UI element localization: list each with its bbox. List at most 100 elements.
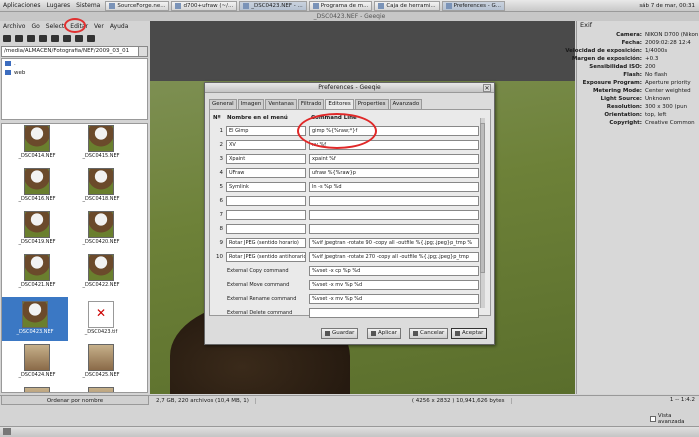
taskbar-item-caja[interactable]: Caja de herrami... (374, 0, 440, 11)
tab-bar: General Imagen Ventanas Filtrado Editore… (209, 99, 423, 109)
home-icon[interactable] (15, 35, 23, 42)
tab-ventanas[interactable]: Ventanas (265, 99, 297, 109)
menu-aplicaciones[interactable]: Aplicaciones (0, 2, 43, 9)
menu-lugares[interactable]: Lugares (43, 2, 73, 9)
check-icon (371, 331, 376, 336)
thumbnails-icon[interactable] (3, 35, 11, 42)
exif-row: Velocidad de exposición: 1/4000s (565, 48, 668, 54)
thumbnail[interactable]: _DSC0419.NEF (6, 211, 68, 254)
thumbnail[interactable]: _DSC0424.NEF (6, 344, 68, 387)
external-command-input[interactable]: %vset -x mv %p %d (309, 294, 479, 304)
preferences-dialog: Preferences - Geeqie ✕ General Imagen Ve… (204, 82, 495, 345)
editor-name-input[interactable] (226, 210, 306, 220)
clock[interactable]: sáb 7 de mar, 00:31 (639, 3, 699, 9)
tab-filtrado[interactable]: Filtrado (297, 99, 325, 109)
exif-title: Exif (580, 21, 593, 29)
menu-ver[interactable]: Ver (91, 23, 107, 30)
editor-name-input[interactable]: El Gimp (226, 126, 306, 136)
thumbnail-image (88, 211, 114, 238)
window-icon (175, 2, 182, 9)
column-header-menu-name: Nombre en el menú (227, 115, 288, 121)
editor-command-input[interactable]: ufraw %{%raw}p (309, 168, 479, 178)
thumbnail-image (88, 168, 114, 195)
editor-name-input[interactable]: Xpaint (226, 154, 306, 164)
thumbnail[interactable] (6, 387, 68, 392)
close-icon[interactable]: ✕ (483, 84, 491, 92)
editor-command-input[interactable]: ln -s %p %d (309, 182, 479, 192)
sort-button[interactable]: Ordenar por nombre (1, 395, 149, 405)
external-command-input[interactable] (309, 308, 479, 318)
refresh-icon[interactable] (39, 35, 47, 42)
editor-name-input[interactable]: Symlink (226, 182, 306, 192)
apply-button[interactable]: Aplicar (367, 328, 401, 339)
thumbnail[interactable]: _DSC0422.NEF (70, 254, 132, 297)
cancel-icon (413, 331, 418, 336)
checkbox[interactable] (650, 416, 656, 422)
external-command-row: External Rename command %vset -x mv %p %d (205, 294, 485, 305)
cancel-button[interactable]: Cancelar (409, 328, 449, 339)
up-folder-icon[interactable] (27, 35, 35, 42)
scrollbar-thumb[interactable] (480, 123, 485, 273)
taskbar-item-geeqie[interactable]: _DSC0423.NEF - ... (239, 0, 307, 11)
external-command-input[interactable]: %vset -x cp %p %d (309, 266, 479, 276)
editor-command-input[interactable]: xpaint %f (309, 154, 479, 164)
taskbar-item-programa[interactable]: Programa de m... (308, 0, 373, 11)
zoom-out-icon[interactable] (63, 35, 71, 42)
settings-icon[interactable] (87, 35, 95, 42)
zoom-fit-icon[interactable] (75, 35, 83, 42)
path-input[interactable]: /media/ALMACEN/Fotografia/NEF/2009_03_01 (1, 46, 146, 57)
editor-command-input[interactable]: %vif jpegtran -rotate 270 -copy all -out… (309, 252, 479, 262)
tab-general[interactable]: General (209, 99, 237, 109)
thumbnail[interactable]: _DSC0418.NEF (70, 168, 132, 211)
zoom-level: 1 -- 1:4.2 (669, 397, 695, 403)
taskbar-item-preferences[interactable]: Preferences - G... (441, 0, 505, 11)
thumbnail[interactable]: _DSC0420.NEF (70, 211, 132, 254)
thumbnail[interactable]: _DSC0421.NEF (6, 254, 68, 297)
tab-imagen[interactable]: Imagen (237, 99, 265, 109)
save-button[interactable]: Guardar (321, 328, 359, 339)
exif-row: Fecha: 2009:02:28 12:4 (621, 40, 691, 46)
thumbnail-selected[interactable]: _DSC0423.NEF (2, 297, 68, 341)
external-command-input[interactable]: %vset -x mv %p %d (309, 280, 479, 290)
menu-sistema[interactable]: Sistema (73, 2, 103, 9)
list-item[interactable]: web (2, 68, 147, 77)
list-item[interactable]: . (2, 59, 147, 68)
editor-name-input[interactable] (226, 196, 306, 206)
thumbnail[interactable]: _DSC0425.NEF (70, 344, 132, 387)
editor-command-input[interactable] (309, 210, 479, 220)
external-command-row: External Delete command (205, 308, 485, 319)
editor-command-input[interactable] (309, 196, 479, 206)
editor-name-input[interactable]: UFraw (226, 168, 306, 178)
show-desktop-icon[interactable] (3, 428, 11, 435)
image-background (150, 21, 575, 81)
thumbnail[interactable] (70, 387, 132, 392)
window-icon (243, 2, 250, 9)
taskbar-item-ufraw[interactable]: d700+ufraw (~/... (171, 0, 238, 11)
taskbar-item-sourceforge[interactable]: SourceForge.ne... (105, 0, 170, 11)
path-dropdown-icon[interactable] (138, 46, 148, 57)
advanced-view-toggle[interactable]: Vista avanzada (650, 413, 699, 425)
editor-name-input[interactable]: Rotar JPEG (sentido horario) (226, 238, 306, 248)
column-header-number: Nº (213, 115, 221, 121)
zoom-in-icon[interactable] (51, 35, 59, 42)
status-dimensions: ( 4256 x 2832 ) 10,941,626 bytes (406, 397, 512, 404)
tab-avanzado[interactable]: Avanzado (389, 99, 423, 109)
exif-row: Exposure Program: Aperture priority (582, 80, 691, 86)
editor-name-input[interactable]: Rotar JPEG (sentido antihorario) (226, 252, 306, 262)
accept-button[interactable]: Aceptar (451, 328, 488, 339)
thumbnail-grid: _DSC0414.NEF _DSC0415.NEF _DSC0416.NEF _… (1, 123, 148, 393)
editor-name-input[interactable]: XV (226, 140, 306, 150)
editor-name-input[interactable] (226, 224, 306, 234)
thumbnail[interactable]: _DSC0423.tif (70, 301, 132, 344)
tab-properties[interactable]: Properties (354, 99, 389, 109)
exif-row: Camera: NIKON D700 (Nikon (616, 32, 699, 38)
menu-ayuda[interactable]: Ayuda (107, 23, 132, 30)
exif-row: Sensibilidad ISO: 200 (589, 64, 656, 70)
editor-command-input[interactable]: %vif jpegtran -rotate 90 -copy all -outf… (309, 238, 479, 248)
editor-command-input[interactable] (309, 224, 479, 234)
menu-archivo[interactable]: Archivo (0, 23, 28, 30)
tab-editores[interactable]: Editores (325, 99, 354, 109)
menu-go[interactable]: Go (28, 23, 42, 30)
thumbnail[interactable]: _DSC0415.NEF (70, 125, 132, 168)
thumbnail[interactable]: _DSC0416.NEF (6, 168, 68, 211)
